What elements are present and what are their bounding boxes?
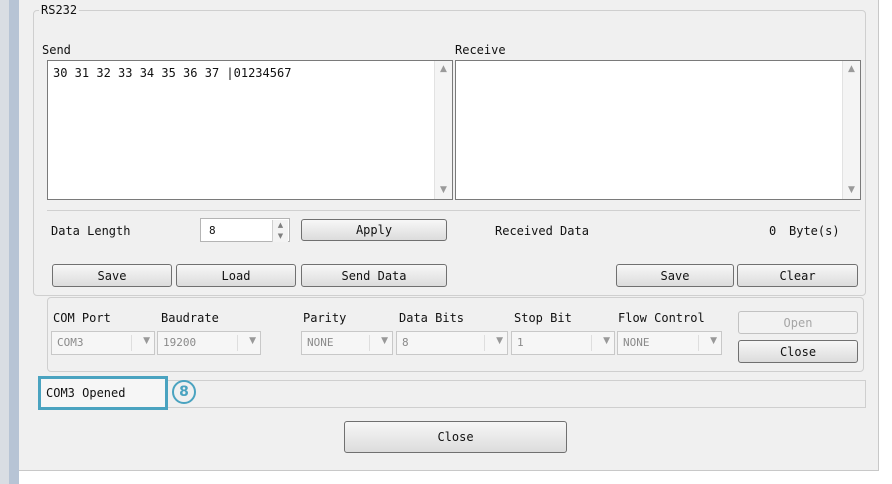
chevron-down-icon: ▼ [710, 336, 717, 346]
stop-bit-select[interactable]: 1 ▼ [511, 331, 615, 355]
send-save-button[interactable]: Save [52, 264, 172, 287]
data-bits-label: Data Bits [399, 311, 465, 325]
data-length-spinner[interactable]: 8 ▲ ▼ [200, 218, 290, 242]
receive-scrollbar[interactable]: ▲ ▼ [842, 61, 860, 199]
divider [369, 335, 370, 351]
stop-bit-label: Stop Bit [514, 311, 572, 325]
chevron-down-icon: ▼ [381, 336, 388, 346]
rs232-group-title: RS232 [39, 3, 80, 17]
divider [484, 335, 485, 351]
byte-unit-label: Byte(s) [789, 224, 840, 238]
window-left-border [9, 0, 19, 484]
rs232-dialog: RS232 Send Receive 30 31 32 33 34 35 36 … [19, 0, 879, 471]
scroll-up-icon[interactable]: ▲ [435, 61, 452, 78]
divider [698, 335, 699, 351]
status-highlight-box: COM3 Opened [38, 376, 168, 410]
apply-button[interactable]: Apply [301, 219, 447, 241]
dialog-close-button[interactable]: Close [344, 421, 567, 453]
baudrate-label: Baudrate [161, 311, 219, 325]
scroll-up-icon[interactable]: ▲ [843, 61, 860, 78]
flow-control-label: Flow Control [618, 311, 705, 325]
receive-save-button[interactable]: Save [616, 264, 734, 287]
com-port-label: COM Port [53, 311, 111, 325]
flow-control-select[interactable]: NONE ▼ [617, 331, 722, 355]
data-bits-value: 8 [402, 336, 409, 349]
send-label: Send [42, 43, 71, 57]
baudrate-select[interactable]: 19200 ▼ [157, 331, 261, 355]
scroll-down-icon[interactable]: ▼ [843, 182, 860, 199]
receive-label: Receive [455, 43, 506, 57]
data-bits-select[interactable]: 8 ▼ [396, 331, 508, 355]
load-button[interactable]: Load [176, 264, 296, 287]
chevron-down-icon: ▼ [603, 336, 610, 346]
background-edge [0, 0, 9, 484]
close-port-button[interactable]: Close [738, 340, 858, 363]
send-text: 30 31 32 33 34 35 36 37 |01234567 [53, 66, 292, 80]
divider [47, 210, 860, 211]
chevron-down-icon: ▼ [496, 336, 503, 346]
com-port-value: COM3 [57, 336, 84, 349]
divider [591, 335, 592, 351]
flow-control-value: NONE [623, 336, 650, 349]
parity-label: Parity [303, 311, 347, 325]
clear-button[interactable]: Clear [737, 264, 858, 287]
status-text: COM3 Opened [46, 386, 126, 400]
baudrate-value: 19200 [163, 336, 197, 349]
received-data-label: Received Data [495, 224, 589, 238]
com-port-select[interactable]: COM3 ▼ [51, 331, 155, 355]
chevron-down-icon: ▼ [143, 336, 150, 346]
chevron-down-icon: ▼ [249, 336, 256, 346]
scroll-down-icon[interactable]: ▼ [435, 182, 452, 199]
data-length-label: Data Length [51, 224, 131, 238]
divider [131, 335, 132, 351]
parity-select[interactable]: NONE ▼ [301, 331, 393, 355]
divider [237, 335, 238, 351]
callout-number-badge: 8 [172, 380, 196, 404]
stop-bit-value: 1 [517, 336, 524, 349]
data-length-value: 8 [209, 224, 216, 237]
parity-value: NONE [307, 336, 334, 349]
send-textarea[interactable]: 30 31 32 33 34 35 36 37 |01234567 ▲ ▼ [47, 60, 453, 200]
open-port-button[interactable]: Open [738, 311, 858, 334]
receive-textarea[interactable]: ▲ ▼ [455, 60, 861, 200]
spin-up-icon[interactable]: ▲ [273, 220, 288, 231]
spinner-buttons[interactable]: ▲ ▼ [272, 220, 288, 242]
send-data-button[interactable]: Send Data [301, 264, 447, 287]
send-scrollbar[interactable]: ▲ ▼ [434, 61, 452, 199]
received-count: 0 [769, 224, 777, 238]
spin-down-icon[interactable]: ▼ [273, 231, 288, 242]
